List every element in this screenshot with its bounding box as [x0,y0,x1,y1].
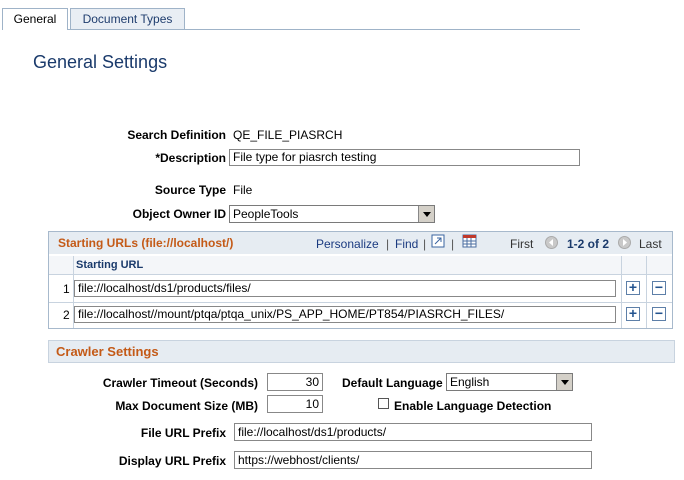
enable-language-detection-label: Enable Language Detection [394,399,552,413]
enable-language-detection-checkbox[interactable] [378,398,389,409]
source-type-label: Source Type [154,183,226,197]
column-divider [646,256,647,328]
next-icon[interactable] [618,236,631,249]
max-document-size-input[interactable]: 10 [267,395,323,413]
find-link[interactable]: Find [395,237,418,251]
download-spreadsheet-icon[interactable] [462,234,478,248]
display-url-prefix-input[interactable]: https://webhost/clients/ [234,451,592,469]
object-owner-value: PeopleTools [233,207,299,221]
personalize-link[interactable]: Personalize [316,237,379,251]
starting-url-input[interactable]: file://localhost/ds1/products/files/ [74,280,616,297]
separator: | [423,237,427,251]
delete-row-button[interactable]: − [652,280,666,295]
tab-document-types-label: Document Types [82,12,173,26]
delete-row-button[interactable]: − [652,306,666,321]
display-url-prefix-label: Display URL Prefix [118,454,226,468]
description-label: *Description [155,151,226,165]
pagination-range: 1-2 of 2 [567,237,610,251]
column-divider [621,256,622,328]
crawler-settings-title: Crawler Settings [56,344,159,359]
row-number: 1 [63,282,70,296]
default-language-label: Default Language [342,376,443,390]
separator: | [386,237,390,251]
default-language-select[interactable]: English [446,373,573,391]
max-document-size-label: Max Document Size (MB) [115,399,258,413]
default-language-value: English [450,375,490,389]
page-title: General Settings [33,52,168,72]
source-type-value: File [233,183,253,197]
object-owner-label: Object Owner ID [132,207,226,221]
search-definition-label: Search Definition [127,128,226,142]
previous-icon[interactable] [545,236,558,249]
file-url-prefix-label: File URL Prefix [140,426,226,440]
view-all-icon[interactable] [431,234,445,248]
separator: | [451,237,455,251]
last-label: Last [639,237,662,251]
chevron-down-icon[interactable] [556,374,572,390]
tab-general[interactable]: General [2,8,68,30]
object-owner-select[interactable]: PeopleTools [229,205,435,223]
search-definition-value: QE_FILE_PIASRCH [233,128,343,142]
first-label: First [510,237,534,251]
description-input[interactable]: File type for piasrch testing [229,149,580,166]
tab-document-types[interactable]: Document Types [70,8,185,29]
crawler-timeout-label: Crawler Timeout (Seconds) [102,376,258,390]
crawler-timeout-input[interactable]: 30 [267,373,323,391]
add-row-button[interactable]: + [626,306,640,321]
grid-title: Starting URLs (file://localhost/) [58,236,234,250]
tab-strip-line [2,29,580,30]
row-divider [49,302,672,303]
tab-general-label: General [13,12,57,26]
add-row-button[interactable]: + [626,280,640,295]
file-url-prefix-input[interactable]: file://localhost/ds1/products/ [234,423,592,441]
row-number: 2 [63,308,70,322]
column-header-starting-url: Starting URL [76,259,144,271]
chevron-down-icon[interactable] [418,206,434,222]
starting-url-input[interactable]: file://localhost//mount/ptqa/ptqa_unix/P… [74,306,616,323]
